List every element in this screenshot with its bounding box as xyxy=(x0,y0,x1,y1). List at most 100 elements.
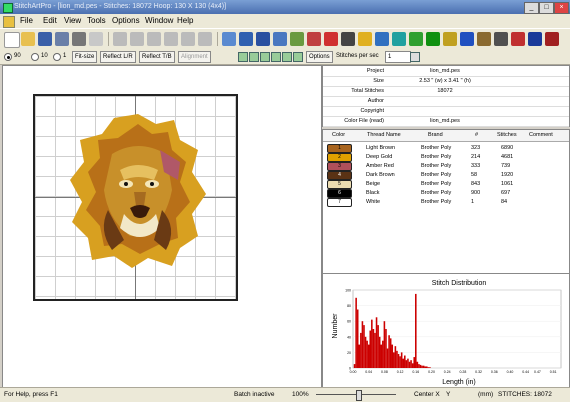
document-icon[interactable] xyxy=(3,16,15,28)
histogram-bar xyxy=(425,366,428,368)
undo-icon[interactable] xyxy=(181,32,195,46)
histogram-bar xyxy=(424,366,426,368)
y-axis-label: Number xyxy=(332,313,339,339)
stop-icon[interactable] xyxy=(324,32,338,46)
prev-icon[interactable] xyxy=(249,52,259,62)
flag-icon[interactable] xyxy=(528,32,542,46)
main-toolbar xyxy=(0,28,570,52)
grid-icon[interactable] xyxy=(256,32,270,46)
col-header-number[interactable]: # xyxy=(475,132,478,140)
zoom-10-radio[interactable] xyxy=(31,53,39,61)
palette-icon[interactable] xyxy=(409,32,423,46)
menu-view[interactable]: View xyxy=(64,16,81,25)
thread-stitches: 84 xyxy=(501,199,508,205)
histogram-bar xyxy=(394,346,397,368)
cut-icon[interactable] xyxy=(113,32,127,46)
maximize-button[interactable]: □ xyxy=(539,2,554,14)
zoom-slider-handle[interactable] xyxy=(356,390,362,401)
scissors-icon[interactable] xyxy=(307,32,321,46)
fit-size-button[interactable]: Fit-size xyxy=(72,51,98,63)
x-tick-label: 0.12 xyxy=(397,370,404,374)
col-header-brand[interactable]: Brand xyxy=(428,132,443,140)
info-key: Total Stitches xyxy=(351,88,384,94)
delete-icon[interactable] xyxy=(164,32,178,46)
thread-row[interactable]: 6 Black Brother Poly 900 697 xyxy=(323,189,569,198)
save-as-icon[interactable] xyxy=(55,32,69,46)
email-icon[interactable] xyxy=(89,32,103,46)
y-tick-label: 100 xyxy=(345,289,351,293)
close-button[interactable]: × xyxy=(554,2,569,14)
new-file-icon[interactable] xyxy=(4,32,20,48)
zoom-90-radio[interactable] xyxy=(4,53,12,61)
people-icon[interactable] xyxy=(494,32,508,46)
thread-row[interactable]: 2 Deep Gold Brother Poly 214 4681 xyxy=(323,153,569,162)
copy-icon[interactable] xyxy=(130,32,144,46)
exit-icon[interactable] xyxy=(545,32,559,46)
paste-icon[interactable] xyxy=(147,32,161,46)
open-folder-icon[interactable] xyxy=(21,32,35,46)
image-icon[interactable] xyxy=(290,32,304,46)
car-icon[interactable] xyxy=(511,32,525,46)
redo-icon[interactable] xyxy=(198,32,212,46)
stitches-per-sec-input[interactable]: 1 xyxy=(385,51,411,63)
view-icon[interactable] xyxy=(239,32,253,46)
lamp-icon[interactable] xyxy=(477,32,491,46)
col-header-color[interactable]: Color xyxy=(332,132,345,140)
stitch-icon[interactable] xyxy=(358,32,372,46)
info-key: Copyright xyxy=(360,108,384,114)
histogram-bar xyxy=(405,360,408,368)
info-value[interactable]: lion_md.pes xyxy=(385,118,505,124)
thread-row[interactable]: 1 Light Brown Brother Poly 323 6890 xyxy=(323,144,569,153)
col-header-comment[interactable]: Comment xyxy=(529,132,553,140)
first-stitch-icon[interactable] xyxy=(238,52,248,62)
shirt-icon[interactable] xyxy=(392,32,406,46)
thread-name: Black xyxy=(366,190,380,196)
menu-window[interactable]: Window xyxy=(145,16,173,25)
last-stitch-icon[interactable] xyxy=(293,52,303,62)
menu-help[interactable]: Help xyxy=(177,16,193,25)
col-header-stitches[interactable]: Stitches xyxy=(497,132,517,140)
histogram-bar xyxy=(400,352,403,368)
menu-file[interactable]: File xyxy=(20,16,33,25)
machine-icon[interactable] xyxy=(375,32,389,46)
thread-brand: Brother Poly xyxy=(421,172,452,178)
spin-up-icon[interactable] xyxy=(410,52,420,62)
color-icon[interactable] xyxy=(273,32,287,46)
play-icon[interactable] xyxy=(260,52,270,62)
info-value[interactable]: 2.53 " (w) x 3.41 " (h) xyxy=(385,78,505,84)
minimize-button[interactable]: _ xyxy=(524,2,539,14)
thread-row[interactable]: 7 White Brother Poly 1 84 xyxy=(323,198,569,207)
hoop-icon[interactable] xyxy=(222,32,236,46)
thread-swatch: 1 xyxy=(327,144,352,153)
menu-tools[interactable]: Tools xyxy=(87,16,106,25)
marker-icon[interactable] xyxy=(460,32,474,46)
menu-edit[interactable]: Edit xyxy=(43,16,57,25)
info-value[interactable]: lion_md.pes xyxy=(385,68,505,74)
design-canvas[interactable] xyxy=(2,65,322,388)
zoom-1-radio[interactable] xyxy=(53,53,61,61)
histogram-bar xyxy=(415,293,417,368)
fill-icon[interactable] xyxy=(426,32,440,46)
thread-brand: Brother Poly xyxy=(421,199,452,205)
thread-row[interactable]: 4 Dark Brown Brother Poly 58 1920 xyxy=(323,171,569,180)
options-button[interactable]: Options xyxy=(306,51,333,63)
info-row-copyright: Copyright xyxy=(323,107,569,117)
next-icon[interactable] xyxy=(271,52,281,62)
thread-brand: Brother Poly xyxy=(421,181,452,187)
step-back-icon[interactable] xyxy=(282,52,292,62)
menu-options[interactable]: Options xyxy=(112,16,140,25)
thread-stitches: 739 xyxy=(501,163,511,169)
film-icon[interactable] xyxy=(341,32,355,46)
thread-row[interactable]: 5 Beige Brother Poly 843 1061 xyxy=(323,180,569,189)
alignment-button[interactable]: Alignment xyxy=(178,51,211,63)
wand-icon[interactable] xyxy=(443,32,457,46)
reflect-lr-button[interactable]: Reflect L/R xyxy=(100,51,136,63)
print-icon[interactable] xyxy=(72,32,86,46)
status-help-text: For Help, press F1 xyxy=(4,391,58,398)
col-header-thread-name[interactable]: Thread Name xyxy=(367,132,401,140)
lion-embroidery-image xyxy=(70,114,206,268)
reflect-tb-button[interactable]: Reflect T/B xyxy=(139,51,175,63)
save-icon[interactable] xyxy=(38,32,52,46)
thread-row[interactable]: 3 Amber Red Brother Poly 333 739 xyxy=(323,162,569,171)
info-value[interactable]: 18072 xyxy=(385,88,505,94)
